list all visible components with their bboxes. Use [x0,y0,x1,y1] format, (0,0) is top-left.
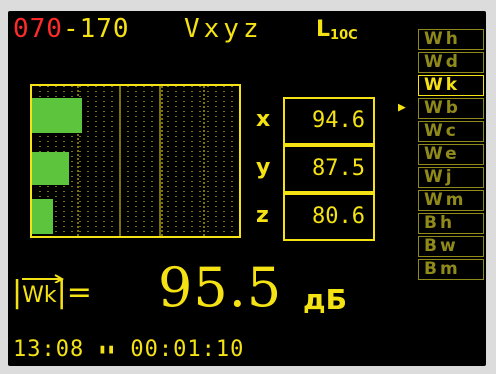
main-value: 95.5 [158,256,283,319]
main-unit: дБ [303,283,347,316]
range-indicator: 070-170 [13,14,130,44]
elapsed-time: 00:01:10 [130,337,245,362]
menu-item-wb[interactable]: Wb [418,98,484,119]
menu-item-bm[interactable]: Bm [418,259,484,280]
channel-label-z: z [256,203,269,228]
level-bargraph [30,84,241,238]
clock-time: 13:08 [13,337,85,362]
bar-y [32,152,69,185]
menu-item-wh[interactable]: Wh [418,29,484,50]
bar-x [32,98,82,133]
vector-symbol: | Wk|= [12,273,92,316]
menu-item-bw[interactable]: Bw [418,236,484,257]
parameter-sub: 10C [330,28,358,43]
channel-value-y: 87.5 [283,145,375,193]
vector-weighting: Wk [22,274,65,316]
menu-item-wj[interactable]: Wj [418,167,484,188]
selection-arrow-icon: ▶ [398,100,406,115]
menu-item-wk[interactable]: Wk [418,75,484,96]
menu-item-wm[interactable]: Wm [418,190,484,211]
status-bar: 13:08 ▮▮ 00:01:10 [13,336,244,364]
vector-arrow-icon [22,274,65,283]
channel-value-x: 94.6 [283,97,375,145]
menu-item-bh[interactable]: Bh [418,213,484,234]
menu-item-we[interactable]: We [418,144,484,165]
weighting-menu: Wh Wd Wk Wb Wc We Wj Wm Bh Bw Bm [418,29,484,282]
range-high: 170 [79,14,130,44]
pause-icon: ▮▮ [98,342,117,357]
bar-z [32,199,53,234]
instrument-display: 070-170 Vxyz L10C x 94.6 y 87.5 z 80.6 ▶… [8,11,486,366]
parameter-main: L [316,17,331,42]
axes-mode: Vxyz [184,14,263,44]
parameter-label: L10C [316,16,358,50]
menu-item-wd[interactable]: Wd [418,52,484,73]
channel-label-y: y [256,155,271,180]
menu-item-wc[interactable]: Wc [418,121,484,142]
channel-value-z: 80.6 [283,193,375,241]
range-separator: - [62,14,80,44]
channel-label-x: x [256,107,271,132]
range-low: 070 [13,14,63,44]
